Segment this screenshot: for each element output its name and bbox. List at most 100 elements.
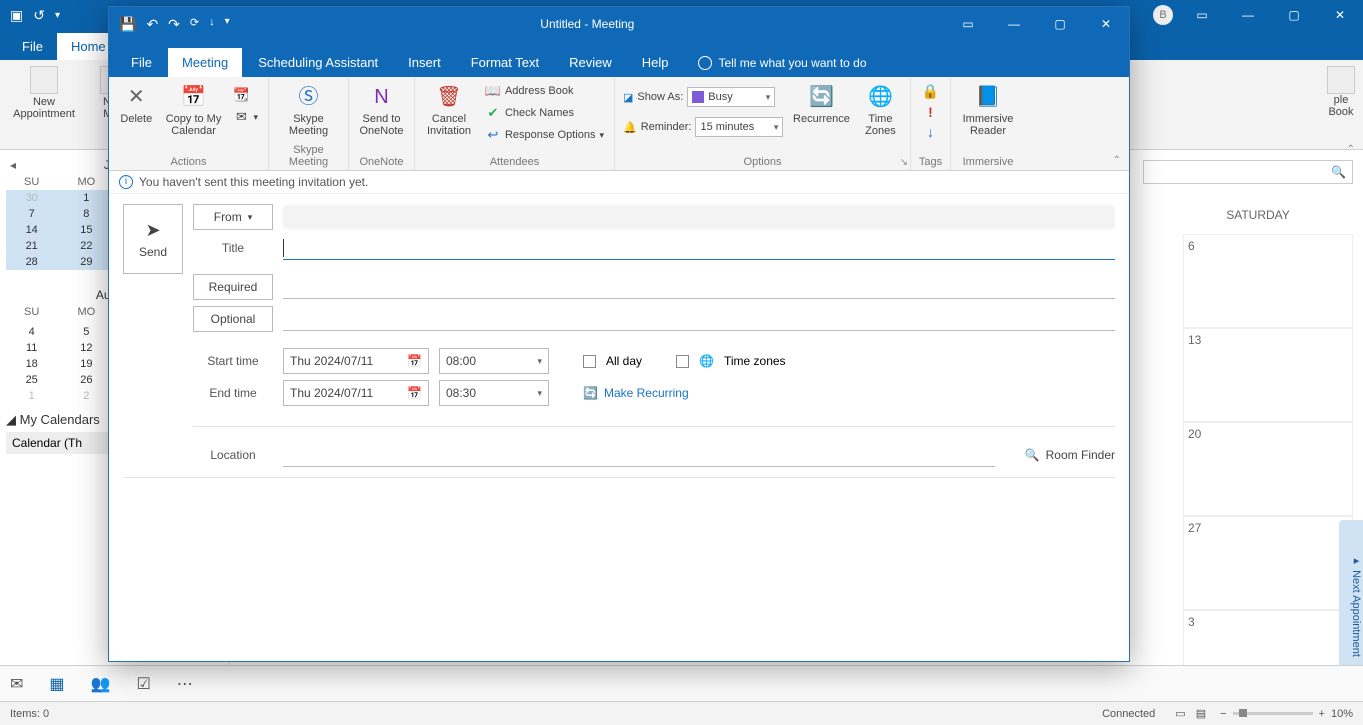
search-icon: 🔍	[1331, 165, 1346, 179]
calendar-cell[interactable]: 20	[1183, 422, 1353, 516]
maximize-button[interactable]: ▢	[1271, 0, 1317, 30]
calendar-cell[interactable]: 6	[1183, 234, 1353, 328]
undo-icon[interactable]: ↶	[146, 16, 158, 33]
address-book-button[interactable]: ple Address Book Book	[1327, 66, 1355, 118]
qat-btn-icon[interactable]: ⟳	[190, 16, 199, 33]
from-button[interactable]: From ▾	[193, 204, 273, 230]
delete-icon: ✕	[122, 83, 150, 111]
dialog-minimize-button[interactable]: —	[991, 7, 1037, 41]
meeting-dialog: 💾 ↶ ↷ ⟳ ↓ ▾ Untitled - Meeting ▭ — ▢ ✕ F…	[108, 6, 1130, 662]
meeting-body-editor[interactable]	[109, 488, 1129, 661]
high-importance-icon[interactable]: !	[928, 104, 933, 120]
undo-icon[interactable]: ↺	[33, 7, 45, 24]
zoom-out-icon[interactable]: −	[1220, 708, 1226, 720]
time-zones-checkbox[interactable]	[676, 355, 689, 368]
reading-view-icon[interactable]: ▤	[1196, 707, 1206, 720]
start-date-input[interactable]: Thu 2024/07/11📅	[283, 348, 429, 374]
title-input[interactable]	[283, 236, 1115, 260]
user-avatar[interactable]: B	[1153, 5, 1173, 25]
tab-insert[interactable]: Insert	[394, 48, 455, 77]
cancel-invitation-button[interactable]: 🗑 Cancel Invitation	[421, 81, 477, 139]
low-importance-icon[interactable]: ↓	[927, 124, 934, 140]
end-date-input[interactable]: Thu 2024/07/11📅	[283, 380, 429, 406]
tab-help[interactable]: Help	[628, 48, 683, 77]
more-nav-icon[interactable]: ⋯	[177, 674, 193, 694]
optional-input[interactable]	[283, 307, 1115, 331]
time-zones-button[interactable]: 🌐 Time Zones	[857, 81, 903, 139]
dialog-tabbar: File Meeting Scheduling Assistant Insert…	[109, 41, 1129, 77]
next-appointment-tab[interactable]: ▸ Next Appointment	[1339, 520, 1363, 680]
book-icon: 📖	[485, 83, 501, 99]
response-options-button[interactable]: ↩Response Options ▾	[481, 125, 608, 145]
make-recurring-link[interactable]: 🔄 Make Recurring	[583, 386, 689, 400]
redo-icon[interactable]: ↷	[168, 16, 180, 33]
start-time-input[interactable]: 08:00▾	[439, 348, 549, 374]
delete-button[interactable]: ✕ Delete	[115, 81, 158, 127]
reminder-icon: 🔔	[623, 121, 637, 134]
skype-icon: Ⓢ	[295, 83, 323, 111]
calendar-picker-icon: 📅	[407, 386, 422, 400]
tab-file[interactable]: File	[117, 48, 166, 77]
end-time-input[interactable]: 08:30▾	[439, 380, 549, 406]
bottom-navbar: ✉ ▦ 👥 ☑ ⋯	[0, 665, 1363, 701]
minimize-button[interactable]: —	[1225, 0, 1271, 30]
show-as-select[interactable]: Busy ▾	[687, 87, 775, 107]
options-launcher-icon[interactable]: ↘	[900, 157, 908, 168]
qat-more-icon[interactable]: ▾	[55, 10, 60, 21]
onenote-icon: N	[368, 83, 396, 111]
forward-button[interactable]: 📆	[229, 85, 262, 105]
tab-review[interactable]: Review	[555, 48, 626, 77]
mail-icon[interactable]: ✉	[10, 674, 23, 694]
address-book-button[interactable]: 📖Address Book	[481, 81, 608, 101]
dialog-maximize-button[interactable]: ▢	[1037, 7, 1083, 41]
room-finder-button[interactable]: 🔍 Room Finder	[1025, 448, 1115, 462]
prev-month-icon[interactable]: ◂	[10, 158, 16, 172]
zoom-in-icon[interactable]: +	[1319, 708, 1325, 720]
location-input[interactable]	[283, 443, 995, 467]
send-button[interactable]: ➤ Send	[123, 204, 183, 274]
tab-meeting[interactable]: Meeting	[168, 48, 242, 77]
required-button[interactable]: Required	[193, 274, 273, 300]
status-bar: Items: 0 Connected ▭ ▤ − + 10%	[0, 701, 1363, 725]
tab-scheduling-assistant[interactable]: Scheduling Assistant	[244, 48, 392, 77]
calendar-nav-icon[interactable]: ▦	[49, 674, 64, 694]
tab-format-text[interactable]: Format Text	[457, 48, 553, 77]
send-to-onenote-button[interactable]: N Send to OneNote	[355, 81, 408, 139]
tab-file[interactable]: File	[8, 33, 57, 60]
zoom-slider[interactable]	[1233, 712, 1313, 715]
calendar-copy-icon: 📅	[180, 83, 208, 111]
envelope-icon: ✉	[233, 109, 249, 125]
search-input[interactable]: 🔍	[1143, 160, 1353, 184]
meeting-form: ➤ Send From ▾ Title Required Optional	[109, 194, 1129, 467]
all-day-checkbox[interactable]	[583, 355, 596, 368]
dialog-close-button[interactable]: ✕	[1083, 7, 1129, 41]
calendar-cell[interactable]: 27	[1183, 516, 1353, 610]
immersive-reader-button[interactable]: 📘 Immersive Reader	[957, 81, 1019, 139]
new-appointment-button[interactable]: New Appointment	[8, 66, 80, 120]
zoom-level: 10%	[1331, 708, 1353, 720]
private-lock-icon[interactable]: 🔒	[922, 83, 939, 100]
dialog-titlebar: 💾 ↶ ↷ ⟳ ↓ ▾ Untitled - Meeting ▭ — ▢ ✕	[109, 7, 1129, 41]
ribbon-collapse-icon[interactable]: ⌃	[1113, 155, 1121, 166]
from-value	[283, 205, 1115, 229]
tasks-icon[interactable]: ☑	[136, 674, 150, 694]
people-icon[interactable]: 👥	[91, 674, 111, 694]
close-button[interactable]: ✕	[1317, 0, 1363, 30]
check-names-button[interactable]: ✔Check Names	[481, 103, 608, 123]
recurring-icon: 🔄	[583, 386, 598, 400]
reminder-select[interactable]: 15 minutes ▾	[695, 117, 783, 137]
qat-btn-icon[interactable]: ↓	[209, 16, 215, 33]
optional-button[interactable]: Optional	[193, 306, 273, 332]
ribbon-display-icon[interactable]: ▭	[1179, 0, 1225, 30]
calendar-icon	[30, 66, 58, 94]
ribbon-display-icon[interactable]: ▭	[945, 7, 991, 41]
copy-to-calendar-button[interactable]: 📅 Copy to My Calendar	[162, 81, 226, 139]
save-icon[interactable]: 💾	[119, 16, 136, 33]
calendar-cell[interactable]: 13	[1183, 328, 1353, 422]
actions-more-button[interactable]: ✉▾	[229, 107, 262, 127]
tell-me-search[interactable]: Tell me what you want to do	[684, 49, 880, 77]
required-input[interactable]	[283, 275, 1115, 299]
skype-meeting-button[interactable]: Ⓢ Skype Meeting	[275, 81, 342, 139]
view-mode-icon[interactable]: ▭	[1175, 707, 1185, 720]
recurrence-button[interactable]: 🔄 Recurrence	[791, 81, 851, 139]
